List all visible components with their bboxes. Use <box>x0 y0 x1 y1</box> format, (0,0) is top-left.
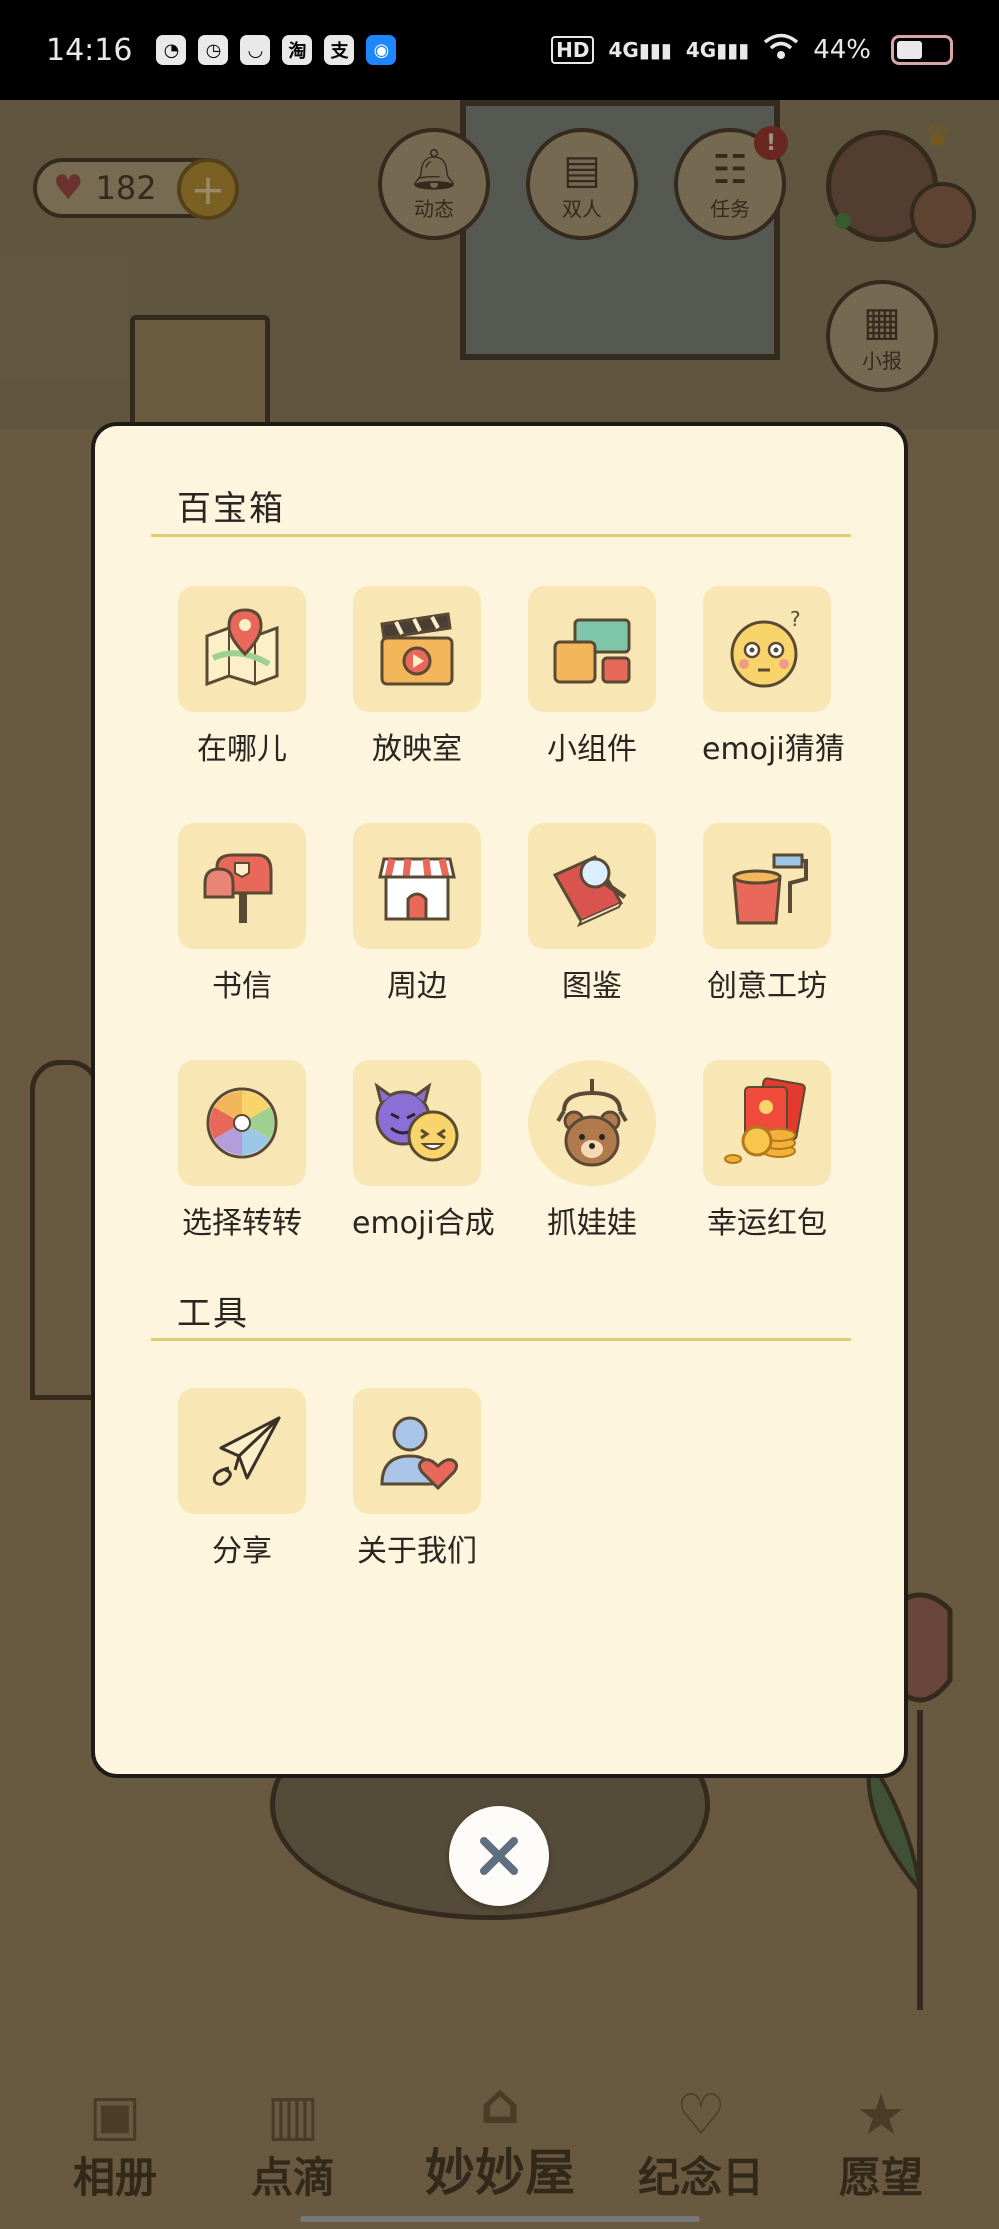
item-cinema[interactable]: 放映室 <box>352 586 482 768</box>
clapperboard-icon <box>353 586 481 712</box>
map-pin-icon <box>178 586 306 712</box>
app-icon: ◉ <box>366 35 397 65</box>
item-red-envelope[interactable]: 幸运红包 <box>702 1060 832 1242</box>
item-merch[interactable]: 周边 <box>352 823 482 1005</box>
paint-bucket-icon <box>703 823 831 949</box>
book-magnifier-icon <box>528 823 656 949</box>
hd-icon: HD <box>551 36 595 64</box>
widget-icon <box>528 586 656 712</box>
item-letter-label: 书信 <box>212 969 272 1004</box>
status-bar: 14:16 ◔ ◷ ◡ 淘 支 ◉ HD 4G▮▮▮ 4G▮▮▮ 44% <box>0 0 999 100</box>
item-about-us-label: 关于我们 <box>357 1534 477 1569</box>
item-workshop[interactable]: 创意工坊 <box>702 823 832 1005</box>
item-spinner[interactable]: 选择转转 <box>177 1060 307 1242</box>
battery-icon <box>891 35 953 65</box>
mailbox-icon <box>178 823 306 949</box>
paper-plane-icon <box>178 1388 306 1514</box>
item-spinner-label: 选择转转 <box>182 1206 302 1241</box>
item-claw-machine-label: 抓娃娃 <box>547 1206 637 1241</box>
item-letter[interactable]: 书信 <box>177 823 307 1005</box>
item-share-label: 分享 <box>212 1534 272 1569</box>
wifi-icon <box>763 33 799 68</box>
emoji-face-icon: ? <box>703 586 831 712</box>
item-emoji-merge[interactable]: emoji合成 <box>352 1060 495 1242</box>
item-about-us[interactable]: 关于我们 <box>352 1388 482 1570</box>
item-location-label: 在哪儿 <box>197 732 287 767</box>
status-right: HD 4G▮▮▮ 4G▮▮▮ 44% <box>551 33 953 68</box>
signal-icon: 4G▮▮▮ <box>608 38 672 62</box>
item-merch-label: 周边 <box>387 969 447 1004</box>
cup-icon: ◡ <box>240 35 271 65</box>
item-cinema-label: 放映室 <box>372 732 462 767</box>
shop-icon <box>353 823 481 949</box>
section-divider <box>151 534 851 537</box>
section-divider <box>151 1338 851 1341</box>
notification-icons: ◔ ◷ ◡ 淘 支 ◉ <box>156 35 397 65</box>
item-catalog-label: 图鉴 <box>562 969 622 1004</box>
person-heart-icon <box>353 1388 481 1514</box>
speed-icon: ◷ <box>198 35 229 65</box>
item-emoji-guess-label: emoji猜猜 <box>702 732 845 767</box>
home-indicator[interactable] <box>300 2216 700 2222</box>
item-widget-label: 小组件 <box>547 732 637 767</box>
item-share[interactable]: 分享 <box>177 1388 307 1570</box>
taobao-icon: 淘 <box>282 35 313 65</box>
item-catalog[interactable]: 图鉴 <box>527 823 657 1005</box>
close-button[interactable] <box>449 1806 549 1906</box>
section-title-treasure: 百宝箱 <box>177 489 285 529</box>
signal-label: 4G <box>608 38 639 62</box>
close-icon <box>480 1837 518 1875</box>
battery-percent: 44% <box>813 35 871 65</box>
red-envelope-icon <box>703 1060 831 1186</box>
item-emoji-guess[interactable]: ? emoji猜猜 <box>702 586 845 768</box>
alipay-icon: 支 <box>324 35 355 65</box>
signal-label: 4G <box>685 38 717 62</box>
item-workshop-label: 创意工坊 <box>707 969 827 1004</box>
item-emoji-merge-label: emoji合成 <box>352 1206 495 1241</box>
claw-bear-icon <box>528 1060 656 1186</box>
item-red-envelope-label: 幸运红包 <box>707 1206 827 1241</box>
status-time: 14:16 <box>46 32 133 68</box>
qq-icon: ◔ <box>156 35 187 65</box>
svg-text:?: ? <box>790 607 801 631</box>
devil-emoji-icon <box>353 1060 481 1186</box>
signal-icon: 4G▮▮▮ <box>685 38 750 62</box>
item-widget[interactable]: 小组件 <box>527 586 657 768</box>
item-location[interactable]: 在哪儿 <box>177 586 307 768</box>
section-title-tools: 工具 <box>177 1294 249 1334</box>
toolbox-dialog: 百宝箱 在哪儿 放映室 小组件 ? emoji猜猜 书信 周边 图鉴 创意工坊 … <box>91 422 908 1778</box>
item-claw-machine[interactable]: 抓娃娃 <box>527 1060 657 1242</box>
color-wheel-icon <box>178 1060 306 1186</box>
